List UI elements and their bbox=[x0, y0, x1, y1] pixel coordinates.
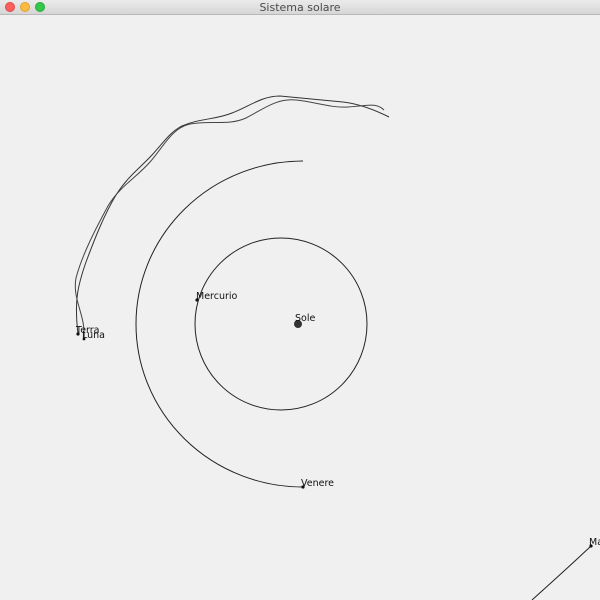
app-window: Sistema solare Sole Mercurio Venere Terr… bbox=[0, 0, 600, 600]
moon-label: Luna bbox=[82, 330, 105, 341]
mercury-label: Mercurio bbox=[196, 291, 238, 302]
mars-trajectory bbox=[531, 545, 592, 600]
window-title: Sistema solare bbox=[259, 1, 341, 14]
moon-trajectory bbox=[74, 99, 385, 340]
venus-label: Venere bbox=[301, 478, 334, 489]
simulation-canvas: Sole Mercurio Venere Terra Luna Ma bbox=[0, 15, 600, 600]
venus-orbit bbox=[135, 160, 304, 488]
solar-system-svg: Sole Mercurio Venere Terra Luna Ma bbox=[74, 95, 600, 600]
sun-label: Sole bbox=[295, 313, 315, 324]
title-bar[interactable]: Sistema solare bbox=[0, 0, 600, 15]
mercury-orbit bbox=[194, 237, 368, 411]
mars-label: Ma bbox=[589, 537, 600, 548]
